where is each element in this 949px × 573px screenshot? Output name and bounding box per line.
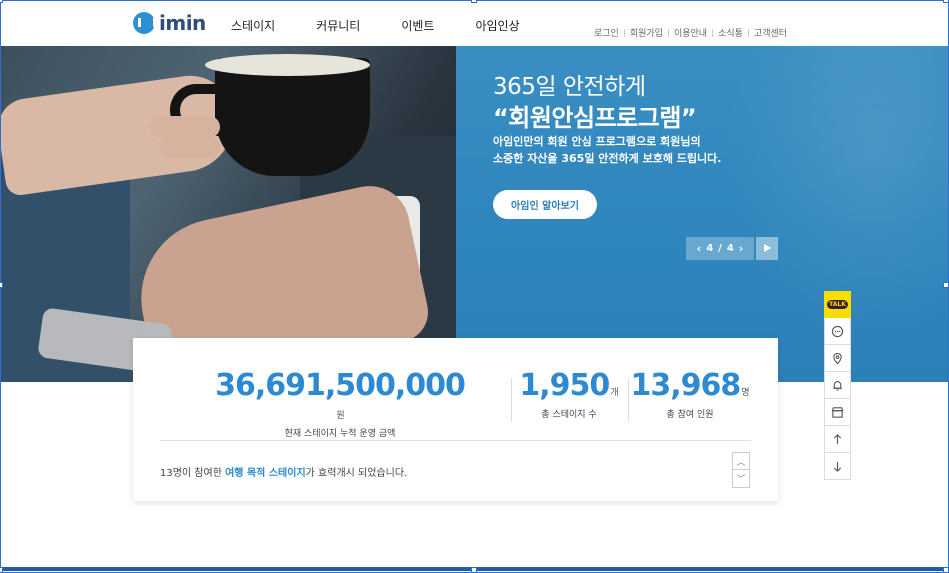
pager-separator: /	[718, 243, 722, 254]
stat-unit: 명	[741, 388, 750, 398]
utility-menu: 로그인 회원가입 이용안내 소식통 고객센터	[594, 26, 787, 39]
quick-menu: TALK	[824, 291, 851, 480]
stat-participants: 13,968명 총 참여 인원	[630, 368, 750, 420]
site-header: imin 스테이지 커뮤니티 이벤트 아임인상 로그인 회원가입 이용안내 소식…	[0, 0, 949, 46]
nav-item-stage[interactable]: 스테이지	[231, 17, 275, 34]
notice-highlight: 여행 목적 스테이지	[225, 468, 306, 479]
divider	[628, 378, 629, 422]
arrow-up-icon	[833, 433, 842, 444]
hero-description: 아임인만의 회원 안심 프로그램으로 회원님의 소중한 자산을 365일 안전하…	[493, 133, 721, 167]
scroll-top-button[interactable]	[824, 426, 851, 453]
photo-shape	[205, 54, 370, 76]
stat-unit: 원	[336, 411, 345, 421]
map-pin-icon	[833, 352, 842, 364]
resize-handle[interactable]	[0, 0, 3, 3]
login-link[interactable]: 로그인	[594, 26, 619, 39]
hero-banner	[0, 46, 949, 382]
stats-card: 36,691,500,000 원 현재 스테이지 누적 운영 금액 1,950개 …	[133, 338, 778, 501]
photo-shape	[150, 116, 220, 138]
nav-item-event[interactable]: 이벤트	[401, 17, 434, 34]
chat-icon	[831, 325, 844, 337]
notice-text: 13명이 참여한	[160, 468, 226, 479]
kakao-talk-button[interactable]: TALK	[824, 291, 851, 318]
divider	[511, 378, 512, 422]
divider	[747, 28, 749, 37]
main-nav: 스테이지 커뮤니티 이벤트 아임인상	[231, 17, 561, 34]
store-icon	[831, 406, 844, 418]
divider	[160, 440, 751, 441]
resize-handle[interactable]	[0, 282, 3, 288]
hero-title: “회원안심프로그램”	[493, 104, 697, 132]
notification-button[interactable]	[824, 372, 851, 399]
news-link[interactable]: 소식통	[718, 26, 743, 39]
stat-label: 현재 스테이지 누적 운영 금액	[284, 429, 396, 439]
divider	[667, 28, 669, 37]
stat-label: 총 참여 인원	[666, 410, 714, 420]
logo[interactable]: imin	[133, 11, 206, 35]
chevron-up-icon[interactable]: ︿	[732, 452, 750, 470]
chevron-left-icon[interactable]: ‹	[697, 242, 702, 255]
slide-pager: ‹ 4 / 4 ›	[686, 237, 754, 260]
nav-item-imin-award[interactable]: 아임인상	[475, 17, 519, 34]
play-icon[interactable]	[756, 237, 778, 260]
logo-mark-icon	[133, 12, 156, 34]
chevron-down-icon[interactable]: ﹀	[732, 470, 750, 488]
store-button[interactable]	[824, 399, 851, 426]
chevron-right-icon[interactable]: ›	[739, 242, 744, 255]
notice-controls: ︿ ﹀	[732, 452, 750, 489]
bell-icon	[833, 380, 842, 391]
logo-text: imin	[159, 11, 206, 35]
stat-label: 총 스테이지 수	[541, 410, 597, 420]
hero-subtitle: 365일 안전하게	[493, 74, 646, 100]
divider	[712, 28, 714, 37]
location-button[interactable]	[824, 345, 851, 372]
stat-value: 1,950	[519, 368, 610, 403]
learn-more-button[interactable]: 아임인 알아보기	[493, 190, 597, 219]
stat-unit: 개	[610, 388, 619, 398]
hero-desc-line: 아임인만의 회원 안심 프로그램으로 회원님의	[493, 135, 701, 148]
kakao-talk-icon: TALK	[827, 300, 848, 309]
scroll-bottom-button[interactable]	[824, 453, 851, 480]
resize-handle[interactable]	[471, 0, 477, 3]
hero-photo	[0, 46, 456, 382]
resize-handle[interactable]	[943, 282, 949, 288]
pager-current: 4	[706, 243, 714, 254]
guide-link[interactable]: 이용안내	[674, 26, 707, 39]
nav-item-community[interactable]: 커뮤니티	[316, 17, 360, 34]
hero-desc-line: 소중한 자산을 365일 안전하게 보호해 드립니다.	[493, 152, 722, 165]
stat-total-amount: 36,691,500,000 원 현재 스테이지 누적 운영 금액	[215, 368, 466, 439]
arrow-down-icon	[833, 461, 842, 472]
resize-handle[interactable]	[0, 567, 3, 573]
customer-center-link[interactable]: 고객센터	[754, 26, 787, 39]
notice-ticker[interactable]: 13명이 참여한 여행 목적 스테이지가 효력개시 되었습니다.	[160, 464, 407, 479]
notice-text: 가 효력개시 되었습니다.	[305, 468, 408, 479]
photo-shape	[160, 138, 220, 158]
resize-handle[interactable]	[471, 567, 477, 573]
stat-value: 36,691,500,000	[215, 368, 466, 403]
resize-handle[interactable]	[943, 567, 949, 573]
chat-button[interactable]	[824, 318, 851, 345]
stat-stage-count: 1,950개 총 스테이지 수	[519, 368, 619, 420]
stat-value: 13,968	[630, 368, 741, 403]
resize-handle[interactable]	[943, 0, 949, 3]
signup-link[interactable]: 회원가입	[630, 26, 663, 39]
pager-total: 4	[726, 243, 734, 254]
divider	[623, 28, 625, 37]
